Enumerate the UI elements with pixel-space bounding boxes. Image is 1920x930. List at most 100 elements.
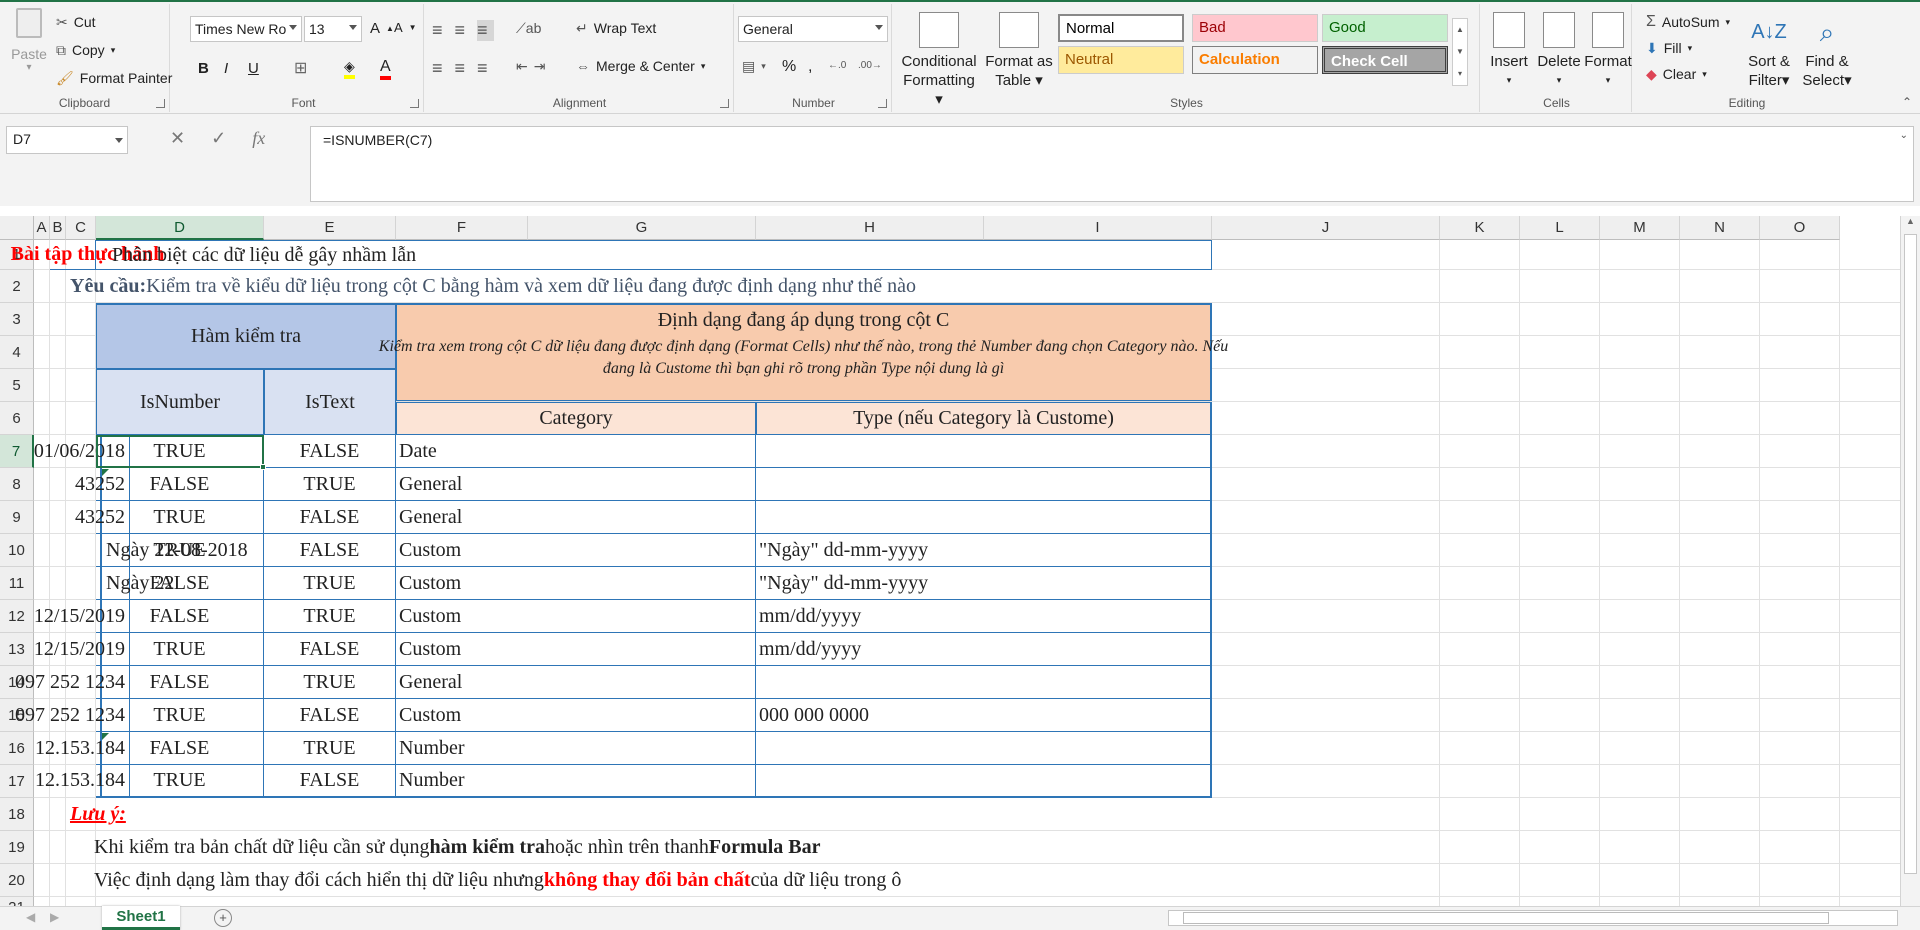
font-family-select[interactable]: Times New Ro bbox=[190, 16, 302, 42]
isnumber-cell[interactable]: TRUE bbox=[96, 435, 264, 468]
column-header-b[interactable]: B bbox=[50, 216, 66, 240]
note-label-cell[interactable]: Lưu ý: bbox=[50, 798, 126, 831]
header-type-cell[interactable]: Type (nếu Category là Custome) bbox=[756, 402, 1212, 435]
decrease-decimal-button[interactable]: .00→ bbox=[858, 60, 882, 71]
clipboard-dialog-launcher[interactable] bbox=[156, 99, 165, 108]
type-cell[interactable] bbox=[756, 468, 1212, 501]
category-cell[interactable]: Custom bbox=[396, 534, 756, 567]
column-header-h[interactable]: H bbox=[756, 216, 984, 240]
type-cell[interactable] bbox=[756, 732, 1212, 765]
bold-button[interactable]: B bbox=[198, 60, 209, 77]
isnumber-cell[interactable]: FALSE bbox=[96, 666, 264, 699]
type-cell[interactable]: "Ngày" dd-mm-yyyy bbox=[756, 534, 1212, 567]
row-header-10[interactable]: 10 bbox=[0, 534, 34, 567]
add-sheet-icon[interactable]: + bbox=[214, 909, 232, 927]
vertical-scroll-thumb[interactable] bbox=[1904, 234, 1917, 874]
column-header-g[interactable]: G bbox=[528, 216, 756, 240]
comma-button[interactable]: , bbox=[808, 58, 812, 76]
increase-decimal-button[interactable]: ←.0 bbox=[828, 60, 846, 71]
row-header-8[interactable]: 8 bbox=[0, 468, 34, 501]
column-header-c[interactable]: C bbox=[66, 216, 96, 240]
category-cell[interactable]: General bbox=[396, 666, 756, 699]
cell-style-good[interactable]: Good bbox=[1322, 14, 1448, 42]
header-category-cell[interactable]: Category bbox=[396, 402, 756, 435]
column-header-j[interactable]: J bbox=[1212, 216, 1440, 240]
collapse-ribbon-icon[interactable]: ⌃ bbox=[1902, 95, 1912, 109]
format-button[interactable]: Format ▾ bbox=[1584, 12, 1632, 90]
row-header-4[interactable]: 4 bbox=[0, 336, 34, 369]
category-cell[interactable]: Number bbox=[396, 765, 756, 798]
type-cell[interactable] bbox=[756, 501, 1212, 534]
column-header-f[interactable]: F bbox=[396, 216, 528, 240]
row-header-19[interactable]: 19 bbox=[0, 831, 34, 864]
header-format-cell[interactable]: Định dạng đang áp dụng trong cột C Kiểm t… bbox=[379, 303, 1228, 401]
category-cell[interactable]: Custom bbox=[396, 633, 756, 666]
cancel-icon[interactable]: ✕ bbox=[170, 128, 185, 149]
row-header-12[interactable]: 12 bbox=[0, 600, 34, 633]
category-cell[interactable]: General bbox=[396, 501, 756, 534]
istext-cell[interactable]: FALSE bbox=[264, 435, 396, 468]
header-isnumber-cell[interactable]: IsNumber bbox=[96, 369, 264, 435]
fill-color-button[interactable]: ◈ bbox=[344, 58, 355, 79]
number-format-select[interactable]: General bbox=[738, 16, 888, 42]
column-header-d[interactable]: D bbox=[96, 216, 264, 240]
istext-cell[interactable]: TRUE bbox=[264, 732, 396, 765]
accounting-format-button[interactable]: ▤ ▾ bbox=[742, 58, 766, 75]
sort-filter-button[interactable]: A↓Z Sort & Filter▾ bbox=[1744, 12, 1794, 90]
type-cell[interactable]: mm/dd/yyyy bbox=[756, 633, 1212, 666]
category-cell[interactable]: General bbox=[396, 468, 756, 501]
autosum-button[interactable]: Σ AutoSum ▾ bbox=[1646, 14, 1730, 31]
error-indicator-icon[interactable] bbox=[102, 733, 109, 740]
istext-cell[interactable]: TRUE bbox=[264, 567, 396, 600]
category-cell[interactable]: Custom bbox=[396, 699, 756, 732]
category-cell[interactable]: Number bbox=[396, 732, 756, 765]
column-header-a[interactable]: A bbox=[34, 216, 50, 240]
vertical-scrollbar[interactable]: ▲ bbox=[1900, 216, 1920, 906]
column-header-m[interactable]: M bbox=[1600, 216, 1680, 240]
row-header-6[interactable]: 6 bbox=[0, 402, 34, 435]
sheet-tab-sheet1[interactable]: Sheet1 bbox=[102, 906, 180, 930]
title-right-cell[interactable]: Phân biệt các dữ liệu dễ gây nhầm lẫn bbox=[96, 240, 1212, 270]
row-header-5[interactable]: 5 bbox=[0, 369, 34, 402]
shrink-font-button[interactable]: A ▼ bbox=[394, 20, 417, 35]
horizontal-align-buttons[interactable]: ≡ ≡ ≡ bbox=[432, 58, 494, 79]
note-2-cell[interactable]: Việc định dạng làm thay đổi cách hiển th… bbox=[50, 864, 1212, 897]
font-color-button[interactable]: A bbox=[380, 58, 391, 80]
formula-input[interactable]: =ISNUMBER(C7) bbox=[310, 126, 1914, 202]
cell-style-calculation[interactable]: Calculation bbox=[1192, 46, 1318, 74]
horizontal-scroll-thumb[interactable] bbox=[1183, 912, 1829, 924]
sheet-nav-prev-icon[interactable]: ◀ bbox=[26, 910, 35, 924]
row-header-20[interactable]: 20 bbox=[0, 864, 34, 897]
expand-formula-bar-icon[interactable]: ⌄ bbox=[1900, 130, 1908, 141]
worksheet-grid[interactable]: ABCDEFGHIJKLMNO 1 2 3 4 5 6 7 8 9 10 11 12 13 14 15 16 1… bbox=[0, 216, 1920, 919]
requirement-cell[interactable]: Yêu cầu: Kiểm tra về kiểu dữ liệu trong … bbox=[50, 270, 1212, 303]
styles-scroll[interactable]: ▲ ▼ ▾ bbox=[1452, 18, 1468, 86]
category-cell[interactable]: Custom bbox=[396, 567, 756, 600]
note-1-cell[interactable]: Khi kiểm tra bản chất dữ liệu cần sử dụn… bbox=[50, 831, 1212, 864]
grow-font-button[interactable]: A ▲ bbox=[370, 20, 394, 37]
isnumber-cell[interactable]: FALSE bbox=[96, 468, 264, 501]
row-header-18[interactable]: 18 bbox=[0, 798, 34, 831]
isnumber-cell[interactable]: FALSE bbox=[96, 732, 264, 765]
isnumber-cell[interactable]: TRUE bbox=[96, 633, 264, 666]
name-box[interactable]: D7 bbox=[6, 126, 128, 154]
clear-button[interactable]: ◆ Clear ▾ bbox=[1646, 66, 1707, 82]
type-cell[interactable]: "Ngày" dd-mm-yyyy bbox=[756, 567, 1212, 600]
title-left-cell[interactable]: Bài tập thực hành bbox=[11, 240, 164, 270]
row-header-13[interactable]: 13 bbox=[0, 633, 34, 666]
font-dialog-launcher[interactable] bbox=[410, 99, 419, 108]
select-all-corner[interactable] bbox=[0, 216, 34, 240]
fill-button[interactable]: ⬇ Fill ▾ bbox=[1646, 40, 1692, 56]
delete-button[interactable]: Delete ▾ bbox=[1534, 12, 1584, 90]
number-dialog-launcher[interactable] bbox=[878, 99, 887, 108]
cell-style-bad[interactable]: Bad bbox=[1192, 14, 1318, 42]
paste-button[interactable]: Paste ▾ bbox=[8, 8, 50, 73]
borders-button[interactable]: ⊞ bbox=[294, 58, 307, 78]
sheet-nav-next-icon[interactable]: ▶ bbox=[50, 910, 59, 924]
category-cell[interactable]: Date bbox=[396, 435, 756, 468]
alignment-dialog-launcher[interactable] bbox=[720, 99, 729, 108]
header-function-cell[interactable]: Hàm kiểm tra bbox=[96, 303, 396, 369]
copy-button[interactable]: ⧉ Copy ▾ bbox=[56, 42, 115, 58]
cell-style-normal[interactable]: Normal bbox=[1058, 14, 1184, 42]
isnumber-cell[interactable]: FALSE bbox=[96, 600, 264, 633]
